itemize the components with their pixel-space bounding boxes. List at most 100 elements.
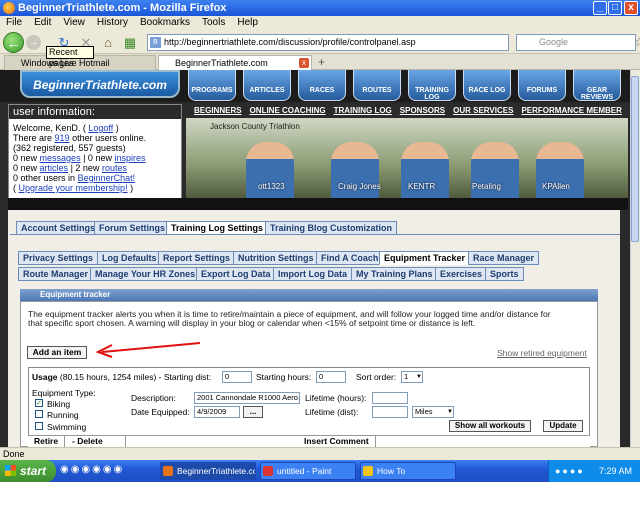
firefox-icon [3, 2, 15, 14]
starting-hours-label: Starting hours: [256, 372, 312, 382]
taskbar-item-how-to[interactable]: How To [360, 462, 456, 480]
add-item-button[interactable]: Add an item [27, 346, 87, 359]
equipment-table-header: Retire - Delete Insert Comment [28, 435, 590, 447]
minimize-button[interactable]: _ [593, 1, 607, 15]
site-banner: BeginnerTriathlete.com PROGRAMS ARTICLES… [0, 70, 630, 102]
description-input[interactable]: 2001 Cannondale R1000 Aero [194, 392, 300, 404]
lifetime-dist-input[interactable] [372, 406, 408, 418]
date-picker-button[interactable]: ... [243, 406, 263, 418]
link-online-coaching[interactable]: ONLINE COACHING [250, 106, 326, 115]
beginner-chat-link[interactable]: BeginnerChat! [78, 173, 136, 183]
close-window-button[interactable]: x [624, 1, 638, 15]
lifetime-hours-input[interactable] [372, 392, 408, 404]
tab-race-manager[interactable]: Race Manager [468, 251, 540, 265]
tray-icons[interactable]: ●●●● [555, 460, 585, 482]
menu-view[interactable]: View [63, 17, 85, 28]
link-beginners[interactable]: BEGINNERS [194, 106, 242, 115]
running-checkbox[interactable] [35, 410, 43, 418]
tab-export-log-data[interactable]: Export Log Data [196, 267, 276, 281]
nav-gear-reviews[interactable]: GEAR REVIEWS [573, 70, 621, 101]
logoff-link[interactable]: Logoff [88, 123, 113, 133]
menu-history[interactable]: History [97, 17, 128, 28]
nav-routes[interactable]: ROUTES [353, 70, 401, 101]
navigation-toolbar: ← → ↻ ✕ ⌂ ▦ B http://beginnertriathlete.… [0, 30, 640, 54]
starting-dist-input[interactable]: 0 [222, 371, 252, 383]
quick-launch-icons[interactable]: ◉◉◉◉◉◉ [60, 464, 150, 478]
back-arrow-icon[interactable]: ← [3, 32, 24, 53]
tab-report-settings[interactable]: Report Settings [158, 251, 236, 265]
browser-tab-beginnertriathlete[interactable]: BeginnerTriathlete.com x [158, 55, 312, 70]
date-equipped-input[interactable]: 4/9/2009 [194, 406, 240, 418]
search-input[interactable]: Google [516, 34, 636, 51]
bookmark-add-icon[interactable]: ▦ [122, 35, 138, 51]
top-links-bar: BEGINNERS ONLINE COACHING TRAINING LOG SPON… [186, 104, 628, 118]
sort-order-select[interactable]: 1 ▼ [401, 371, 423, 383]
tab-equipment-tracker[interactable]: Equipment Tracker [379, 251, 471, 265]
tab-account-settings[interactable]: Account Settings [16, 221, 101, 235]
nav-training-log[interactable]: TRAINING LOG [408, 70, 456, 101]
distance-unit-select[interactable]: Miles ▼ [412, 406, 454, 418]
new-tab-icon[interactable]: + [318, 55, 325, 69]
swimming-checkbox[interactable] [35, 422, 43, 430]
biking-checkbox[interactable]: ✓ [35, 399, 43, 407]
photo-label: Petaling [472, 182, 501, 191]
show-retired-equipment-link[interactable]: Show retired equipment [497, 348, 587, 358]
forward-arrow-icon[interactable]: → [26, 35, 41, 50]
status-bar: Done [0, 447, 640, 460]
tab-nutrition-settings[interactable]: Nutrition Settings [233, 251, 319, 265]
link-training-log[interactable]: TRAINING LOG [334, 106, 392, 115]
taskbar-item-firefox[interactable]: BeginnerTriathlete.co... [160, 462, 256, 480]
link-performance-member[interactable]: PERFORMANCE MEMBER [521, 106, 621, 115]
window-title-bar[interactable]: BeginnerTriathlete.com - Mozilla Firefox… [0, 0, 640, 16]
tab-find-a-coach[interactable]: Find A Coach [316, 251, 384, 265]
nav-articles[interactable]: ARTICLES [243, 70, 291, 101]
tab-training-log-settings[interactable]: Training Log Settings [166, 221, 268, 235]
home-icon[interactable]: ⌂ [100, 35, 116, 51]
menu-tools[interactable]: Tools [202, 17, 225, 28]
upgrade-membership-link[interactable]: Upgrade your membership! [19, 183, 128, 193]
link-our-services[interactable]: OUR SERVICES [453, 106, 513, 115]
equipment-tracker-header: Equipment tracker [20, 289, 598, 301]
photo-label: KPAllen [542, 182, 570, 191]
tab-import-log-data[interactable]: Import Log Data [273, 267, 352, 281]
start-button[interactable]: start [0, 460, 56, 482]
firefox-icon [163, 466, 173, 476]
nav-races[interactable]: RACES [298, 70, 346, 101]
tab-privacy-settings[interactable]: Privacy Settings [18, 251, 99, 265]
maximize-button[interactable]: □ [608, 1, 622, 15]
tab-forum-settings[interactable]: Forum Settings [94, 221, 171, 235]
photo-caption: Jackson County Triathlon [210, 122, 300, 131]
close-tab-icon[interactable]: x [299, 58, 309, 68]
starting-hours-input[interactable]: 0 [316, 371, 346, 383]
show-all-workouts-button[interactable]: Show all workouts [449, 420, 531, 432]
menu-help[interactable]: Help [237, 17, 258, 28]
update-button[interactable]: Update [543, 420, 583, 432]
online-count-link[interactable]: 919 [55, 133, 70, 143]
site-logo[interactable]: BeginnerTriathlete.com [20, 70, 180, 98]
menu-edit[interactable]: Edit [34, 17, 51, 28]
link-sponsors[interactable]: SPONSORS [400, 106, 445, 115]
tab-route-manager[interactable]: Route Manager [18, 267, 94, 281]
search-placeholder: Google [539, 37, 569, 47]
tab-exercises[interactable]: Exercises [435, 267, 488, 281]
inspires-link[interactable]: inspires [114, 153, 145, 163]
articles-link[interactable]: articles [40, 163, 69, 173]
nav-race-log[interactable]: RACE LOG [463, 70, 511, 101]
menu-bookmarks[interactable]: Bookmarks [140, 17, 190, 28]
nav-forums[interactable]: FORUMS [518, 70, 566, 101]
tab-manage-hr-zones[interactable]: Manage Your HR Zones [90, 267, 201, 281]
scrollbar-thumb[interactable] [631, 76, 639, 242]
nav-programs[interactable]: PROGRAMS [188, 70, 236, 101]
tab-my-training-plans[interactable]: My Training Plans [351, 267, 438, 281]
photo-label: Craig Jones [338, 182, 381, 191]
taskbar-item-paint[interactable]: untitled - Paint [260, 462, 356, 480]
tab-training-blog-customization[interactable]: Training Blog Customization [265, 221, 397, 235]
messages-link[interactable]: messages [40, 153, 81, 163]
tab-log-defaults[interactable]: Log Defaults [97, 251, 162, 265]
tab-sports[interactable]: Sports [485, 267, 524, 281]
window-title: BeginnerTriathlete.com - Mozilla Firefox [18, 2, 227, 14]
address-bar[interactable]: B http://beginnertriathlete.com/discussi… [147, 34, 640, 51]
menu-file[interactable]: File [6, 17, 22, 28]
routes-link[interactable]: routes [102, 163, 127, 173]
clock[interactable]: 7:29 AM [599, 466, 632, 476]
